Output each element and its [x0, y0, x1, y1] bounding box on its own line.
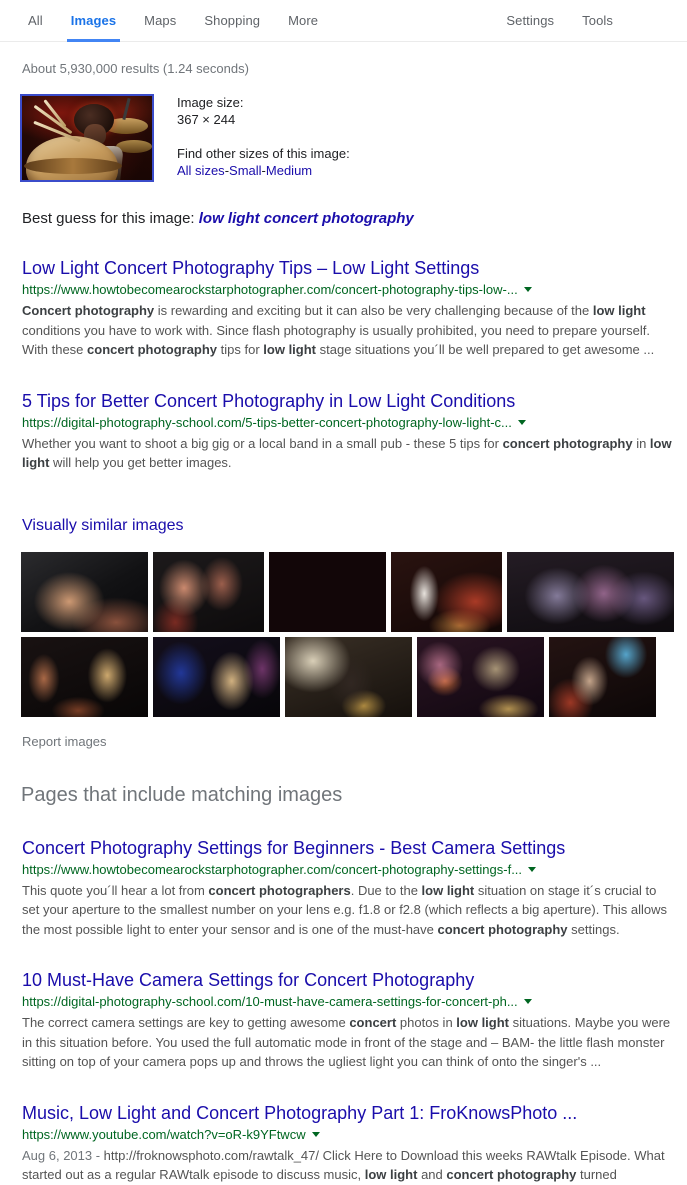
nav-tab-shopping[interactable]: Shopping	[190, 0, 274, 41]
result-title-link[interactable]: 5 Tips for Better Concert Photography in…	[22, 390, 515, 412]
best-guess-prefix: Best guess for this image:	[22, 210, 195, 227]
nav-tab-maps[interactable]: Maps	[130, 0, 190, 41]
pages-section-heading: Pages that include matching images	[21, 783, 343, 806]
result-url-row: https://digital-photography-school.com/5…	[22, 413, 673, 432]
result-url-row: https://www.howtobecomearockstarphotogra…	[22, 860, 673, 879]
other-sizes-links: All sizes-Small-Medium	[177, 162, 350, 179]
result-url[interactable]: https://www.howtobecomearockstarphotogra…	[22, 280, 518, 299]
settings-label: Settings	[506, 13, 555, 28]
best-guess-query-link[interactable]: low light concert photography	[199, 210, 414, 227]
similar-image-thumbnail[interactable]	[507, 551, 674, 632]
similar-image-thumbnail[interactable]	[269, 551, 386, 632]
result-url-row: https://www.howtobecomearockstarphotogra…	[22, 280, 673, 299]
search-result: 10 Must-Have Camera Settings for Concert…	[22, 939, 673, 1072]
result-snippet: The correct camera settings are key to g…	[22, 1015, 671, 1069]
navbar-left-group: All Images Maps Shopping More	[14, 0, 332, 42]
tools-label: Tools	[582, 13, 613, 28]
thumbnail-art	[21, 636, 148, 717]
visually-similar-heading[interactable]: Visually similar images	[0, 473, 687, 535]
report-images-link[interactable]: Report images	[0, 722, 107, 749]
thumbnail-art	[153, 636, 280, 717]
nav-tab-images-label: Images	[70, 13, 117, 28]
similar-image-thumbnail[interactable]	[391, 551, 502, 632]
matching-pages-list: Concert Photography Settings for Beginne…	[0, 807, 687, 1185]
search-result: Low Light Concert Photography Tips – Low…	[22, 227, 673, 360]
small-size-link[interactable]: Small	[229, 163, 262, 178]
thumbnail-art	[507, 551, 674, 632]
drum-rim	[24, 158, 122, 174]
similar-image-thumbnail[interactable]	[21, 551, 148, 632]
nav-tab-more[interactable]: More	[274, 0, 332, 41]
result-url[interactable]: https://www.youtube.com/watch?v=oR-k9YFt…	[22, 1125, 306, 1144]
nav-tab-shopping-label: Shopping	[204, 13, 261, 28]
nav-tab-all[interactable]: All	[14, 0, 57, 41]
similar-image-thumbnail[interactable]	[417, 636, 544, 717]
search-result: Concert Photography Settings for Beginne…	[22, 807, 673, 940]
result-url[interactable]: https://digital-photography-school.com/5…	[22, 413, 512, 432]
navbar-right-group: Settings Tools	[492, 0, 687, 41]
image-info-spacer	[177, 128, 350, 145]
nav-tab-images[interactable]: Images	[57, 0, 130, 42]
image-size-value: 367 × 244	[177, 112, 236, 127]
similar-image-thumbnail[interactable]	[153, 551, 264, 632]
result-snippet: Whether you want to shoot a big gig or a…	[22, 435, 672, 471]
result-url-row: https://digital-photography-school.com/1…	[22, 992, 673, 1011]
visually-similar-grid	[0, 535, 687, 717]
nav-tab-all-label: All	[28, 13, 43, 28]
result-snippet: Concert photography is rewarding and exc…	[22, 303, 655, 357]
similar-image-thumbnail[interactable]	[549, 636, 656, 717]
result-title-link[interactable]: 10 Must-Have Camera Settings for Concert…	[22, 969, 474, 991]
result-snippet: Aug 6, 2013 - http://froknowsphoto.com/r…	[22, 1147, 665, 1183]
result-title-link[interactable]: Concert Photography Settings for Beginne…	[22, 837, 565, 859]
medium-size-link[interactable]: Medium	[266, 163, 312, 178]
search-type-navbar: All Images Maps Shopping More Settings T…	[0, 0, 687, 42]
image-info-block: Image size: 367 × 244 Find other sizes o…	[0, 76, 687, 182]
result-title-link[interactable]: Music, Low Light and Concert Photography…	[22, 1102, 577, 1124]
chevron-down-icon[interactable]	[523, 287, 532, 292]
nav-tab-more-label: More	[288, 13, 319, 28]
similar-image-thumbnail[interactable]	[21, 636, 148, 717]
all-sizes-link[interactable]: All sizes	[177, 163, 225, 178]
search-result: Music, Low Light and Concert Photography…	[22, 1072, 673, 1185]
source-image-thumbnail[interactable]	[20, 94, 154, 182]
similar-image-thumbnail[interactable]	[153, 636, 280, 717]
best-guess-row: Best guess for this image: low light con…	[0, 182, 687, 227]
chevron-down-icon[interactable]	[528, 866, 537, 872]
image-info-text: Image size: 367 × 244 Find other sizes o…	[154, 94, 350, 182]
result-url[interactable]: https://www.howtobecomearockstarphotogra…	[22, 860, 522, 879]
similar-image-thumbnail[interactable]	[285, 636, 412, 717]
image-size-label: Image size:	[177, 95, 244, 110]
chevron-down-icon[interactable]	[523, 999, 532, 1004]
chevron-down-icon[interactable]	[311, 1131, 320, 1137]
top-results-list: Low Light Concert Photography Tips – Low…	[0, 227, 687, 473]
thumbnail-art	[269, 552, 386, 632]
other-sizes-label: Find other sizes of this image:	[177, 146, 350, 161]
nav-tab-maps-label: Maps	[144, 13, 177, 28]
result-snippet: This quote you´ll hear a lot from concer…	[22, 882, 668, 937]
similar-images-row-2	[21, 636, 687, 717]
settings-button[interactable]: Settings	[492, 0, 568, 41]
thumbnail-art	[153, 551, 264, 632]
similar-images-row-1	[21, 551, 687, 632]
result-title-link[interactable]: Low Light Concert Photography Tips – Low…	[22, 257, 479, 279]
thumbnail-art	[285, 636, 412, 717]
result-stats: About 5,930,000 results (1.24 seconds)	[22, 61, 249, 76]
thumbnail-art	[21, 551, 148, 632]
tools-button[interactable]: Tools	[568, 0, 627, 41]
thumbnail-art	[391, 551, 502, 632]
thumbnail-art	[549, 636, 656, 717]
thumbnail-art	[417, 636, 544, 717]
result-url[interactable]: https://digital-photography-school.com/1…	[22, 992, 518, 1011]
chevron-down-icon[interactable]	[517, 419, 526, 425]
result-url-row: https://www.youtube.com/watch?v=oR-k9YFt…	[22, 1125, 673, 1144]
search-result: 5 Tips for Better Concert Photography in…	[22, 360, 673, 473]
